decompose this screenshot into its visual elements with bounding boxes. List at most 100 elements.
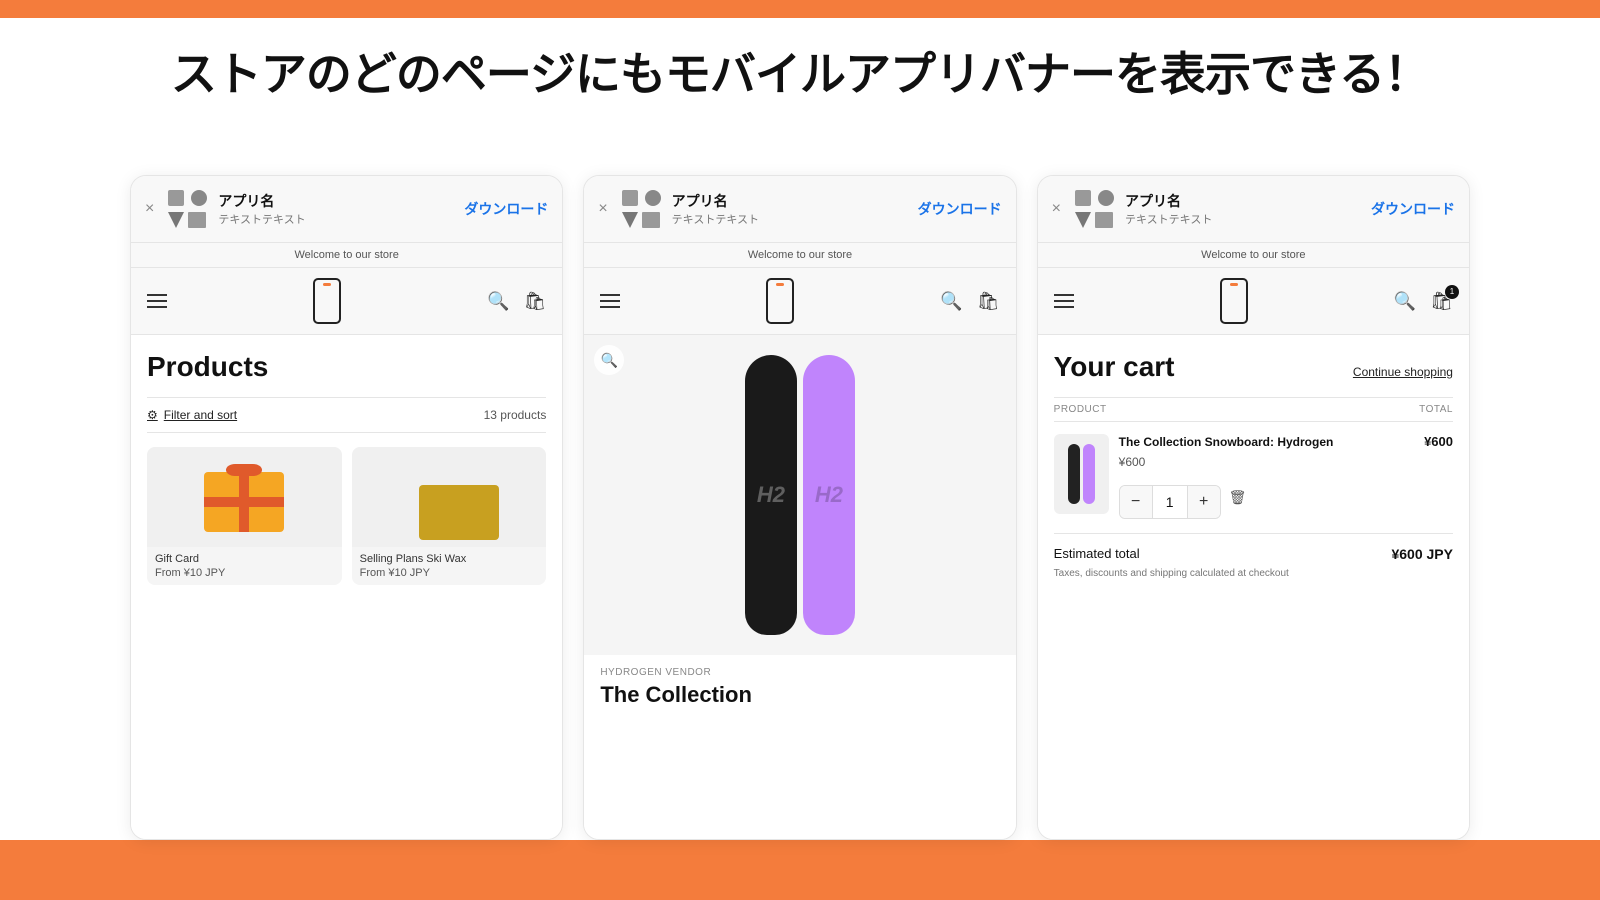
cart-columns: PRODUCT TOTAL xyxy=(1054,397,1453,422)
nav-right-1: 🔍 🛍 xyxy=(487,291,546,312)
product-detail-name: The Collection xyxy=(600,682,999,708)
col-total-label: TOTAL xyxy=(1419,404,1453,415)
cart-icon-1[interactable]: 🛍 xyxy=(523,291,546,312)
panel-cart: × アプリ名 テキストテキスト ダウンロード Welcome to our st… xyxy=(1037,175,1470,840)
cart-header: Your cart Continue shopping xyxy=(1054,351,1453,383)
quantity-value: 1 xyxy=(1152,486,1188,518)
cart-title: Your cart xyxy=(1054,351,1175,383)
continue-shopping-link[interactable]: Continue shopping xyxy=(1353,365,1453,379)
store-header-2: Welcome to our store 🔍 🛍 xyxy=(584,243,1015,335)
search-icon-3[interactable]: 🔍 xyxy=(1394,291,1416,312)
store-welcome-1: Welcome to our store xyxy=(131,243,562,268)
product-name-wax: Selling Plans Ski Wax xyxy=(360,553,539,565)
cart-badge-icon[interactable]: 🛍 1 xyxy=(1430,291,1453,312)
panels-container: × アプリ名 テキストテキスト ダウンロード Welcome to our st… xyxy=(130,175,1470,840)
estimated-total-label: Estimated total xyxy=(1054,546,1140,561)
download-button-1[interactable]: ダウンロード xyxy=(464,199,548,219)
app-banner-3: × アプリ名 テキストテキスト ダウンロード xyxy=(1038,176,1469,243)
store-welcome-3: Welcome to our store xyxy=(1038,243,1469,268)
app-icon-2 xyxy=(620,188,662,230)
cart-section: Your cart Continue shopping PRODUCT TOTA… xyxy=(1038,335,1469,595)
mini-snowboard-graphic xyxy=(1068,444,1095,504)
menu-icon-1[interactable] xyxy=(147,294,167,308)
app-sub-3: テキストテキスト xyxy=(1125,211,1361,227)
nav-right-3: 🔍 🛍 1 xyxy=(1394,291,1453,312)
product-name-gift: Gift Card xyxy=(155,553,334,565)
app-info-2: アプリ名 テキストテキスト xyxy=(672,191,908,227)
product-price-wax: From ¥10 JPY xyxy=(360,567,539,579)
close-button-3[interactable]: × xyxy=(1052,200,1061,218)
product-detail-content: 🔍 H2 H2 HYDROGEN VENDOR The Collection xyxy=(584,335,1015,839)
store-nav-3: 🔍 🛍 1 xyxy=(1038,268,1469,334)
app-name-1: アプリ名 xyxy=(218,191,454,211)
menu-icon-2[interactable] xyxy=(600,294,620,308)
download-button-3[interactable]: ダウンロード xyxy=(1371,199,1455,219)
cart-item-info: The Collection Snowboard: Hydrogen ¥600 xyxy=(1119,434,1424,469)
delete-item-button[interactable]: 🗑 xyxy=(1229,489,1247,506)
app-icon-3 xyxy=(1073,188,1115,230)
app-banner-2: × アプリ名 テキストテキスト ダウンロード xyxy=(584,176,1015,243)
store-header-3: Welcome to our store 🔍 🛍 1 xyxy=(1038,243,1469,335)
tax-note: Taxes, discounts and shipping calculated… xyxy=(1054,568,1453,579)
download-button-2[interactable]: ダウンロード xyxy=(918,199,1002,219)
bottom-bar xyxy=(0,840,1600,900)
phone-icon-2 xyxy=(766,278,794,324)
zoom-button[interactable]: 🔍 xyxy=(594,345,624,375)
col-product-label: PRODUCT xyxy=(1054,404,1107,415)
snowboard-container: 🔍 H2 H2 xyxy=(584,335,1015,655)
product-info-gift: Gift Card From ¥10 JPY xyxy=(147,547,342,585)
menu-icon-3[interactable] xyxy=(1054,294,1074,308)
wax-block-graphic xyxy=(419,485,499,540)
product-card-wax[interactable]: Selling Plans Ski Wax From ¥10 JPY xyxy=(352,447,547,585)
search-icon-1[interactable]: 🔍 xyxy=(487,291,509,312)
panel-detail: × アプリ名 テキストテキスト ダウンロード Welcome to our st… xyxy=(583,175,1016,840)
snowboard-dark: H2 xyxy=(745,355,797,635)
app-sub-1: テキストテキスト xyxy=(218,211,454,227)
store-nav-2: 🔍 🛍 xyxy=(584,268,1015,334)
product-price-gift: From ¥10 JPY xyxy=(155,567,334,579)
cart-count-badge: 1 xyxy=(1445,285,1459,299)
estimated-total-amount: ¥600 JPY xyxy=(1391,546,1453,562)
app-icon-1 xyxy=(166,188,208,230)
products-title: Products xyxy=(147,351,546,383)
cart-item-unit-price: ¥600 xyxy=(1119,455,1424,469)
top-bar xyxy=(0,0,1600,18)
gift-box-graphic xyxy=(199,462,289,532)
cart-item: The Collection Snowboard: Hydrogen ¥600 … xyxy=(1054,434,1453,519)
snowboard-graphic: H2 H2 xyxy=(745,355,855,635)
product-info-wax: Selling Plans Ski Wax From ¥10 JPY xyxy=(352,547,547,585)
cart-item-details: The Collection Snowboard: Hydrogen ¥600 … xyxy=(1119,434,1453,519)
app-name-2: アプリ名 xyxy=(672,191,908,211)
quantity-increase-button[interactable]: + xyxy=(1188,486,1220,518)
filter-icon: ⚙ xyxy=(147,408,158,422)
app-info-1: アプリ名 テキストテキスト xyxy=(218,191,454,227)
page-headline: ストアのどのページにもモバイルアプリバナーを表示できる！ xyxy=(0,38,1600,104)
product-detail: 🔍 H2 H2 HYDROGEN VENDOR The Collection xyxy=(584,335,1015,839)
filter-sort-button[interactable]: ⚙ Filter and sort xyxy=(147,408,237,422)
app-info-3: アプリ名 テキストテキスト xyxy=(1125,191,1361,227)
app-name-3: アプリ名 xyxy=(1125,191,1361,211)
panel-products: × アプリ名 テキストテキスト ダウンロード Welcome to our st… xyxy=(130,175,563,840)
close-button-2[interactable]: × xyxy=(598,200,607,218)
close-button-1[interactable]: × xyxy=(145,200,154,218)
cart-content: Your cart Continue shopping PRODUCT TOTA… xyxy=(1038,335,1469,839)
product-detail-info: HYDROGEN VENDOR The Collection xyxy=(584,655,1015,720)
vendor-label: HYDROGEN VENDOR xyxy=(600,667,999,678)
product-grid: Gift Card From ¥10 JPY Selling Plans Sk xyxy=(147,447,546,585)
phone-icon-1 xyxy=(313,278,341,324)
cart-item-image xyxy=(1054,434,1109,514)
products-content: Products ⚙ Filter and sort 13 products xyxy=(131,335,562,839)
store-nav-1: 🔍 🛍 xyxy=(131,268,562,334)
quantity-decrease-button[interactable]: − xyxy=(1120,486,1152,518)
search-icon-2[interactable]: 🔍 xyxy=(940,291,962,312)
app-sub-2: テキストテキスト xyxy=(672,211,908,227)
nav-right-2: 🔍 🛍 xyxy=(940,291,999,312)
products-count: 13 products xyxy=(484,408,547,422)
store-welcome-2: Welcome to our store xyxy=(584,243,1015,268)
product-card-gift[interactable]: Gift Card From ¥10 JPY xyxy=(147,447,342,585)
cart-item-name: The Collection Snowboard: Hydrogen xyxy=(1119,434,1424,451)
products-section: Products ⚙ Filter and sort 13 products xyxy=(131,335,562,601)
filter-bar: ⚙ Filter and sort 13 products xyxy=(147,397,546,433)
app-banner-1: × アプリ名 テキストテキスト ダウンロード xyxy=(131,176,562,243)
cart-icon-2[interactable]: 🛍 xyxy=(977,291,1000,312)
